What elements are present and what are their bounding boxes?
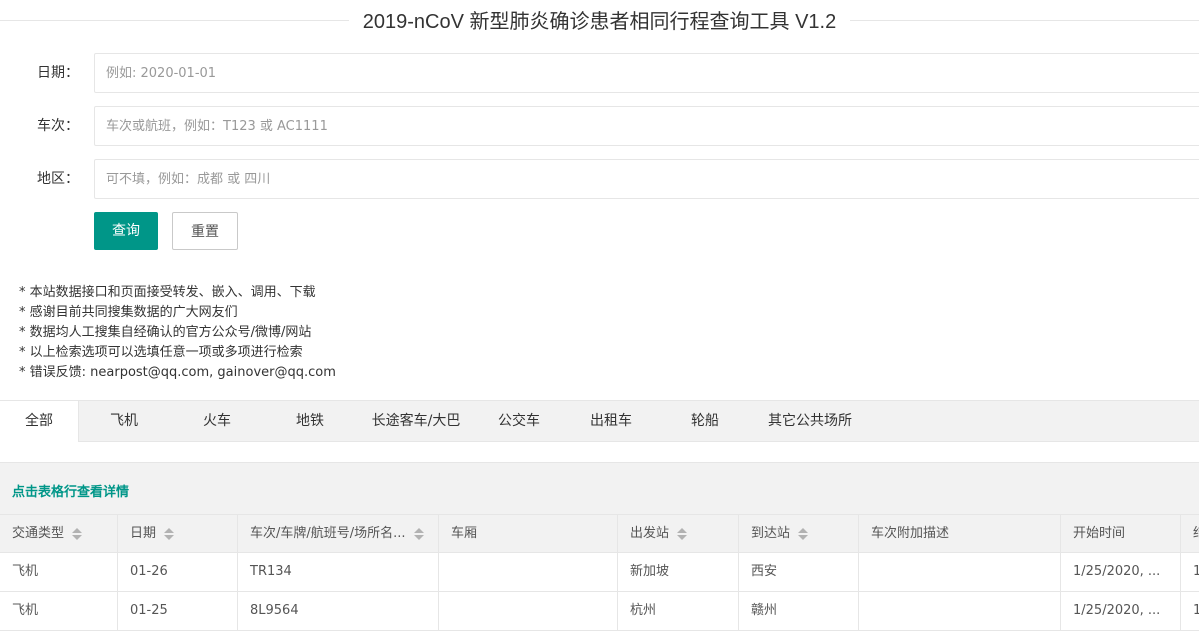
- cell-end: 1: [1193, 564, 1199, 579]
- table-row[interactable]: 飞机 01-26 TR134 新加坡 西安 1/25/2020, ... 1: [0, 553, 1199, 592]
- cell-start: 1/25/2020, ...: [1061, 592, 1181, 630]
- train-input[interactable]: [94, 106, 1199, 146]
- table-header: 交通类型 日期 车次/车牌/航班号/场所名... 车厢 出发站 到达站 车次附加…: [0, 514, 1199, 553]
- col-from[interactable]: 出发站: [618, 515, 739, 552]
- tab-ship[interactable]: 轮船: [674, 401, 736, 442]
- col-carriage[interactable]: 车厢: [439, 515, 618, 552]
- sort-icon[interactable]: [164, 527, 175, 541]
- region-input[interactable]: [94, 159, 1199, 199]
- tab-coach[interactable]: 长途客车/大巴: [364, 401, 468, 442]
- region-label: 地区：: [37, 171, 79, 187]
- train-label: 车次：: [37, 118, 79, 134]
- cell-type: 飞机: [0, 553, 118, 591]
- cell-desc: [859, 592, 1061, 630]
- tab-train[interactable]: 火车: [186, 401, 248, 442]
- date-row: 日期：: [0, 53, 1199, 93]
- col-date[interactable]: 日期: [118, 515, 238, 552]
- tab-bus[interactable]: 公交车: [488, 401, 550, 442]
- date-label: 日期：: [37, 65, 79, 81]
- note-line: * 错误反馈: nearpost@qq.com, gainover@qq.com: [19, 365, 336, 380]
- note-line: * 感谢目前共同搜集数据的广大网友们: [19, 305, 238, 320]
- cell-to: 西安: [739, 553, 859, 591]
- title-bar: 2019-nCoV 新型肺炎确诊患者相同行程查询工具 V1.2: [0, 0, 1199, 40]
- train-row: 车次：: [0, 106, 1199, 146]
- region-row: 地区：: [0, 159, 1199, 199]
- cell-type: 飞机: [0, 592, 118, 630]
- note-line: * 以上检索选项可以选填任意一项或多项进行检索: [19, 345, 303, 360]
- page-title: 2019-nCoV 新型肺炎确诊患者相同行程查询工具 V1.2: [0, 5, 1199, 34]
- reset-button[interactable]: 重置: [172, 212, 238, 250]
- sort-icon[interactable]: [798, 527, 809, 541]
- cell-from: 新加坡: [618, 553, 739, 591]
- col-desc[interactable]: 车次附加描述: [859, 515, 1061, 552]
- cell-carriage: [439, 592, 618, 630]
- table-row[interactable]: 飞机 01-25 8L9564 杭州 赣州 1/25/2020, ... 1: [0, 592, 1199, 631]
- col-end[interactable]: 结: [1181, 515, 1199, 552]
- search-button[interactable]: 查询: [94, 212, 158, 250]
- note-line: * 数据均人工搜集自经确认的官方公众号/微博/网站: [19, 325, 312, 340]
- tab-plane[interactable]: 飞机: [93, 401, 155, 442]
- cell-from: 杭州: [618, 592, 739, 630]
- note-line: * 本站数据接口和页面接受转发、嵌入、调用、下载: [19, 285, 316, 300]
- cell-carriage: [439, 553, 618, 591]
- sort-icon[interactable]: [413, 527, 424, 541]
- notes: * 本站数据接口和页面接受转发、嵌入、调用、下载 * 感谢目前共同搜集数据的广大…: [19, 283, 336, 383]
- sort-icon[interactable]: [677, 527, 688, 541]
- cell-date: 01-25: [118, 592, 238, 630]
- cell-date: 01-26: [118, 553, 238, 591]
- spacer: [0, 442, 1199, 462]
- table-toolbar: 点击表格行查看详情: [0, 462, 1199, 514]
- tab-taxi[interactable]: 出租车: [580, 401, 642, 442]
- cell-number: 8L9564: [238, 592, 439, 630]
- col-number[interactable]: 车次/车牌/航班号/场所名...: [238, 515, 439, 552]
- sort-icon[interactable]: [72, 527, 83, 541]
- table-hint: 点击表格行查看详情: [12, 485, 130, 500]
- tab-other[interactable]: 其它公共场所: [760, 401, 860, 442]
- col-type[interactable]: 交通类型: [0, 515, 118, 552]
- cell-number: TR134: [238, 553, 439, 591]
- cell-end: 1: [1193, 603, 1199, 618]
- cell-start: 1/25/2020, ...: [1061, 553, 1181, 591]
- col-to[interactable]: 到达站: [739, 515, 859, 552]
- tab-subway[interactable]: 地铁: [279, 401, 341, 442]
- col-start[interactable]: 开始时间: [1061, 515, 1181, 552]
- cell-desc: [859, 553, 1061, 591]
- date-input[interactable]: [94, 53, 1199, 93]
- tab-all[interactable]: 全部: [0, 401, 79, 443]
- cell-to: 赣州: [739, 592, 859, 630]
- tab-bar: 全部 飞机 火车 地铁 长途客车/大巴 公交车 出租车 轮船 其它公共场所: [0, 400, 1199, 443]
